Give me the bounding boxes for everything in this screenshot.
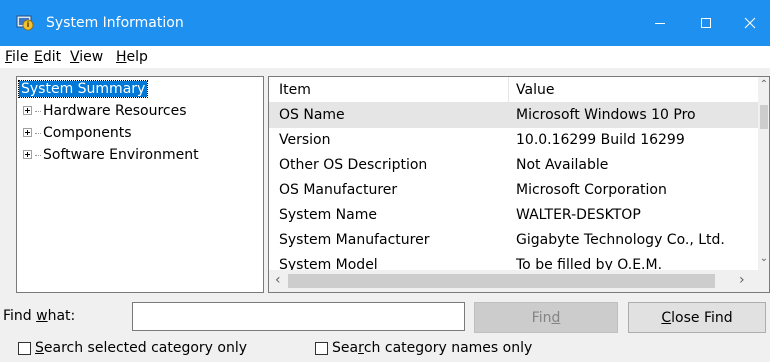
scroll-up-icon[interactable]: ⌃	[758, 79, 769, 90]
close-icon	[744, 17, 755, 29]
tree-connector	[35, 154, 41, 156]
cell-item: OS Name	[279, 107, 345, 123]
search-selected-category-option[interactable]: Search selected category only	[18, 339, 247, 357]
menu-view-label: iew	[79, 49, 104, 65]
menu-view[interactable]: View	[70, 49, 103, 65]
tree-item-label: Software Environment	[43, 147, 199, 163]
maximize-icon	[701, 18, 711, 28]
checkbox-label-end: ch category names only	[363, 340, 533, 356]
find-what-label: Find what:	[3, 308, 75, 324]
column-header-value[interactable]: Value	[516, 81, 554, 99]
list-header: Item Value	[269, 77, 759, 103]
menu-file-label: ile	[12, 49, 29, 65]
table-row[interactable]: OS Manufacturer Microsoft Corporation	[269, 178, 759, 203]
list-rows: OS Name Microsoft Windows 10 Pro Version 1…	[269, 103, 759, 270]
menu-help[interactable]: Help	[116, 49, 148, 65]
find-label-mnemonic: w	[36, 308, 48, 324]
find-label-text-end: hat:	[47, 308, 76, 324]
find-bar: Find what: Fin d Close Find Search select…	[0, 296, 770, 362]
horizontal-scroll-thumb[interactable]	[288, 274, 715, 288]
search-category-names-checkbox[interactable]	[315, 341, 328, 355]
vertical-scrollbar[interactable]: ⌃ ⌄	[758, 77, 769, 270]
window-title: System Information	[46, 15, 184, 31]
system-info-icon	[16, 15, 34, 31]
scrollbar-corner	[758, 270, 769, 292]
cell-value: WALTER-DESKTOP	[516, 207, 641, 223]
tree-connector	[35, 132, 41, 134]
close-find-mnemonic: C	[661, 309, 672, 326]
scroll-down-icon[interactable]: ⌄	[758, 253, 769, 264]
cell-value: Microsoft Windows 10 Pro	[516, 107, 696, 123]
close-button[interactable]	[729, 0, 770, 46]
cell-value: 10.0.16299 Build 16299	[516, 132, 685, 148]
scroll-right-icon[interactable]: ›	[739, 272, 745, 288]
cell-item: System Manufacturer	[279, 232, 430, 248]
details-list[interactable]: Item Value OS Name Microsoft Windows 10 P…	[268, 76, 770, 293]
checkbox-label: earch selected category only	[43, 340, 248, 356]
menu-edit-label: dit	[42, 49, 62, 65]
tree-connector	[35, 110, 41, 112]
menu-edit-mnemonic: E	[34, 49, 43, 65]
tree-item-software-environment[interactable]: Software Environment	[23, 145, 199, 167]
category-tree[interactable]: System Summary Hardware Resources Compon…	[16, 76, 264, 293]
checkbox-label: Sea	[332, 340, 359, 356]
table-row[interactable]: System Name WALTER-DESKTOP	[269, 203, 759, 228]
find-button-label: Fin	[531, 309, 552, 326]
main-area: System Summary Hardware Resources Compon…	[0, 68, 770, 296]
scroll-left-icon[interactable]: ‹	[275, 272, 281, 288]
find-button-mnemonic: d	[551, 309, 561, 326]
expand-plus-icon[interactable]	[23, 149, 32, 159]
table-row[interactable]: System Model To be filled by O.E.M.	[269, 253, 759, 270]
title-bar[interactable]: System Information	[0, 0, 770, 46]
close-find-button[interactable]: Close Find	[628, 302, 766, 333]
tree-item-label: Components	[43, 125, 132, 141]
search-selected-category-checkbox[interactable]	[18, 341, 31, 355]
cell-item: OS Manufacturer	[279, 182, 398, 198]
cell-value: Gigabyte Technology Co., Ltd.	[516, 232, 725, 248]
horizontal-scrollbar[interactable]: ‹ ›	[269, 270, 758, 292]
cell-item: System Model	[279, 257, 378, 270]
column-header-item[interactable]: Item	[279, 81, 311, 99]
tree-item-label: Hardware Resources	[43, 103, 187, 119]
cell-item: System Name	[279, 207, 377, 223]
expand-plus-icon[interactable]	[23, 105, 32, 115]
find-label-text: Find	[3, 308, 37, 324]
tree-item-components[interactable]: Components	[23, 123, 132, 145]
find-button[interactable]: Fin d	[474, 302, 618, 333]
cell-item: Other OS Description	[279, 157, 428, 173]
tree-item-label: System Summary	[17, 80, 149, 98]
checkbox-mnemonic: S	[35, 340, 44, 356]
maximize-button[interactable]	[683, 0, 729, 46]
table-row[interactable]: Version 10.0.16299 Build 16299	[269, 128, 759, 153]
tree-item-hardware-resources[interactable]: Hardware Resources	[23, 101, 187, 123]
expand-plus-icon[interactable]	[23, 127, 32, 137]
minimize-button[interactable]	[637, 0, 683, 46]
cell-item: Version	[279, 132, 331, 148]
menu-file-mnemonic: F	[5, 49, 13, 65]
table-row[interactable]: System Manufacturer Gigabyte Technology C…	[269, 228, 759, 253]
cell-value: Not Available	[516, 157, 609, 173]
menu-bar: File Edit View Help	[0, 46, 770, 68]
search-category-names-option[interactable]: Sea r ch category names only	[315, 339, 532, 357]
cell-value: Microsoft Corporation	[516, 182, 667, 198]
table-row[interactable]: OS Name Microsoft Windows 10 Pro	[269, 103, 759, 128]
menu-help-mnemonic: H	[116, 49, 127, 65]
cell-value: To be filled by O.E.M.	[516, 257, 663, 270]
column-divider[interactable]	[508, 77, 509, 103]
close-find-label: lose Find	[671, 309, 733, 326]
tree-item-system-summary[interactable]: System Summary	[17, 79, 149, 101]
menu-edit[interactable]: Edit	[34, 49, 61, 65]
find-input[interactable]	[132, 302, 465, 331]
menu-view-mnemonic: V	[70, 49, 80, 65]
vertical-scroll-thumb[interactable]	[760, 105, 768, 129]
menu-file[interactable]: File	[5, 49, 28, 65]
menu-help-label: elp	[126, 49, 148, 65]
minimize-icon	[655, 23, 665, 24]
table-row[interactable]: Other OS Description Not Available	[269, 153, 759, 178]
